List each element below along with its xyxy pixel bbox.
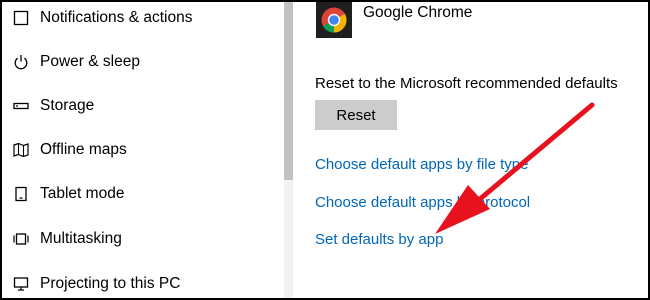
sidebar-item-label: Storage [40, 97, 95, 114]
sidebar-item-tablet-mode[interactable]: Tablet mode [2, 172, 284, 216]
reset-button[interactable]: Reset [315, 100, 397, 130]
reset-description: Reset to the Microsoft recommended defau… [315, 75, 618, 92]
settings-window: Notifications & actions Power & sleep St… [0, 0, 650, 300]
multitasking-icon [12, 230, 30, 248]
sidebar-item-label: Projecting to this PC [40, 275, 181, 292]
sidebar-item-label: Offline maps [40, 141, 127, 158]
storage-icon [12, 97, 30, 115]
sidebar-item-multitasking[interactable]: Multitasking [2, 217, 284, 261]
sidebar: Notifications & actions Power & sleep St… [2, 2, 284, 298]
tablet-icon [12, 185, 30, 203]
chrome-icon [321, 7, 347, 33]
sidebar-item-label: Multitasking [40, 230, 122, 247]
sidebar-item-storage[interactable]: Storage [2, 84, 284, 128]
sidebar-item-projecting[interactable]: Projecting to this PC [2, 262, 284, 298]
sidebar-scrollbar-thumb[interactable] [284, 2, 293, 180]
map-icon [12, 141, 30, 159]
sidebar-item-label: Power & sleep [40, 53, 140, 70]
sidebar-item-label: Notifications & actions [40, 9, 193, 26]
projecting-icon [12, 275, 30, 293]
sidebar-item-offline-maps[interactable]: Offline maps [2, 128, 284, 172]
default-browser-name: Google Chrome [363, 4, 473, 21]
sidebar-item-label: Tablet mode [40, 185, 125, 202]
default-browser-button[interactable] [316, 2, 352, 38]
notifications-icon [12, 9, 30, 27]
default-apps-panel: Google Chrome Reset to the Microsoft rec… [293, 2, 648, 298]
power-icon [12, 53, 30, 71]
sidebar-item-power-sleep[interactable]: Power & sleep [2, 40, 284, 84]
sidebar-item-notifications[interactable]: Notifications & actions [2, 2, 284, 40]
choose-by-protocol-link[interactable]: Choose default apps by protocol [315, 194, 530, 211]
choose-by-file-type-link[interactable]: Choose default apps by file type [315, 156, 528, 173]
set-defaults-by-app-link[interactable]: Set defaults by app [315, 231, 443, 248]
